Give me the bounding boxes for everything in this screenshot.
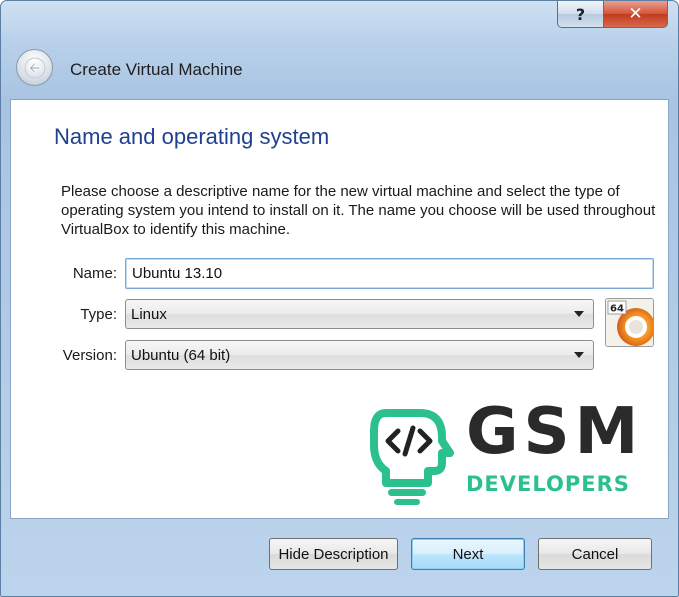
window-title: Create Virtual Machine [70,60,243,79]
dialog-window: ? ✕ Create Virtual Machine Name and oper… [0,0,679,597]
help-button[interactable]: ? [557,1,604,28]
watermark-subtitle: DEVELOPERS [466,472,630,496]
close-icon: ✕ [628,4,643,24]
help-icon: ? [575,4,586,24]
version-select[interactable]: Ubuntu (64 bit) [125,340,594,370]
back-arrow-icon [24,57,45,78]
type-label: Type: [80,306,117,323]
head-code-icon [370,409,454,505]
next-button[interactable]: Next [411,538,525,570]
hide-description-button[interactable]: Hide Description [269,538,398,570]
watermark-logo: GSM DEVELOPERS [358,397,648,505]
page-title: Name and operating system [54,124,330,149]
os-icon: 64 [605,298,654,347]
cancel-button[interactable]: Cancel [538,538,652,570]
name-label: Name: [72,265,117,282]
ubuntu-64-os-icon: 64 [606,299,653,346]
description-text: Please choose a descriptive name for the… [61,183,656,238]
type-select[interactable]: Linux [125,299,594,329]
version-select-value: Ubuntu (64 bit) [131,346,231,364]
close-button[interactable]: ✕ [604,1,668,28]
chevron-down-icon [574,311,584,317]
caption-buttons: ? ✕ [557,1,668,30]
os-icon-badge: 64 [610,304,624,315]
watermark-brand: GSM [466,395,644,469]
version-label: Version: [62,347,117,364]
chevron-down-icon [574,352,584,358]
name-input[interactable] [125,258,654,289]
type-select-value: Linux [131,305,167,323]
back-button[interactable] [16,49,53,86]
